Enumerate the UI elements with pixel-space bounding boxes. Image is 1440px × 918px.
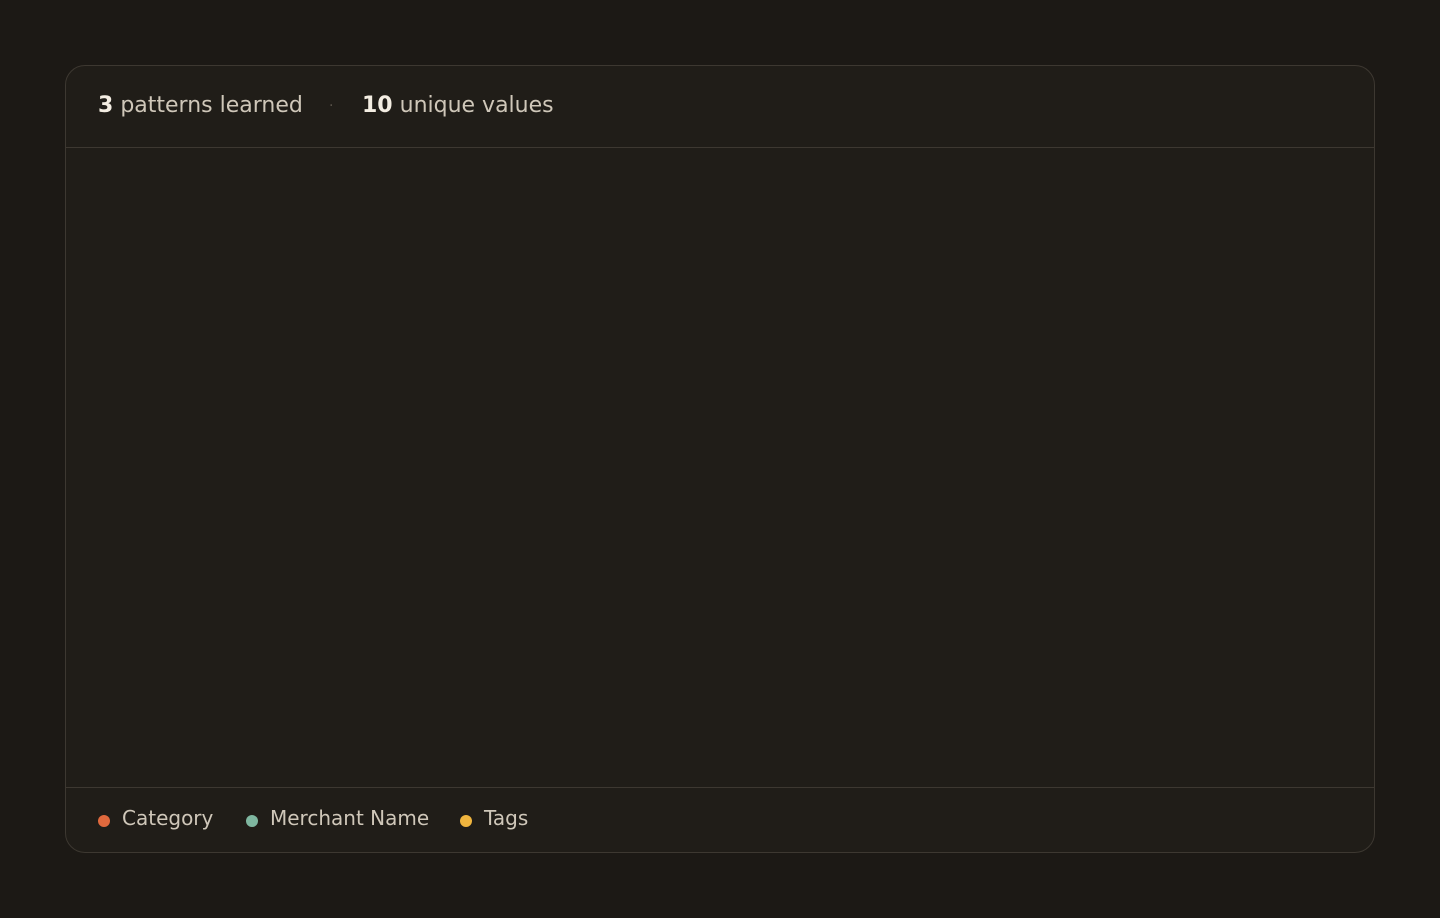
legend-label: Merchant Name bbox=[270, 806, 430, 830]
values-stat: 10 unique values bbox=[362, 93, 554, 118]
summary-header: 3 patterns learned · 10 unique values bbox=[66, 66, 1374, 148]
legend-dot-tags bbox=[460, 815, 472, 827]
legend-dot-category bbox=[98, 815, 110, 827]
stat-separator: · bbox=[329, 98, 334, 114]
legend-label: Tags bbox=[484, 806, 529, 830]
patterns-count: 3 bbox=[98, 93, 114, 118]
legend-dot-merchant-name bbox=[246, 815, 258, 827]
values-count: 10 bbox=[362, 93, 393, 118]
patterns-card: 3 patterns learned · 10 unique values Ca… bbox=[65, 65, 1375, 853]
patterns-label: patterns learned bbox=[120, 93, 303, 118]
legend-label: Category bbox=[122, 806, 214, 830]
patterns-stat: 3 patterns learned bbox=[98, 93, 303, 118]
legend: Category Merchant Name Tags bbox=[66, 787, 1374, 852]
values-label: unique values bbox=[399, 93, 554, 118]
